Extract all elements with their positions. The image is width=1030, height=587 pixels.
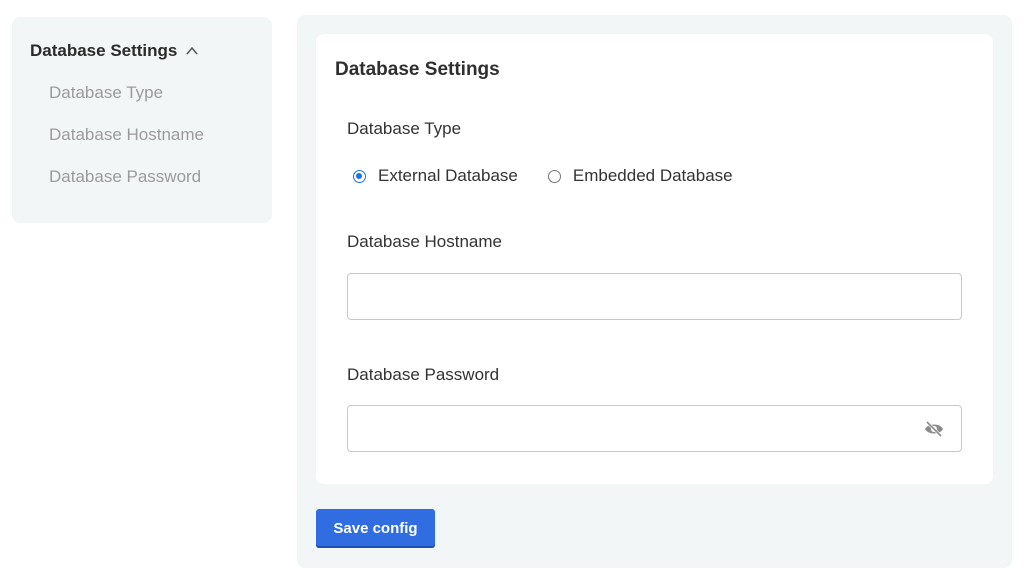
eye-slash-icon[interactable]	[924, 420, 944, 438]
database-type-radio-group: External Database Embedded Database	[353, 166, 763, 186]
sidebar-section-database-settings[interactable]: Database Settings	[30, 41, 199, 61]
main-panel: Database Settings Database Type External…	[297, 15, 1012, 568]
sidebar-header-label: Database Settings	[30, 41, 178, 60]
database-hostname-label: Database Hostname	[347, 232, 502, 251]
save-config-button[interactable]: Save config	[316, 509, 435, 548]
card-title: Database Settings	[335, 59, 500, 80]
sidebar-item-database-hostname[interactable]: Database Hostname	[49, 125, 204, 145]
sidebar-nav: Database Settings Database Type Database…	[12, 17, 272, 223]
database-password-label: Database Password	[347, 365, 500, 384]
database-type-label: Database Type	[347, 119, 462, 138]
radio-label: External Database	[378, 166, 518, 185]
radio-embedded-database[interactable]: Embedded Database	[547, 166, 733, 186]
settings-card: Database Settings Database Type External…	[316, 34, 993, 484]
database-hostname-input[interactable]	[347, 273, 962, 320]
radio-external-database[interactable]: External Database	[353, 166, 518, 186]
radio-button[interactable]	[547, 169, 561, 183]
sidebar-item-database-type[interactable]: Database Type	[49, 83, 163, 103]
radio-button-selected[interactable]	[353, 169, 366, 183]
database-password-input[interactable]	[347, 405, 962, 452]
sidebar-item-database-password[interactable]: Database Password	[49, 167, 201, 187]
radio-label: Embedded Database	[572, 166, 733, 185]
chevron-up-icon	[186, 46, 198, 55]
